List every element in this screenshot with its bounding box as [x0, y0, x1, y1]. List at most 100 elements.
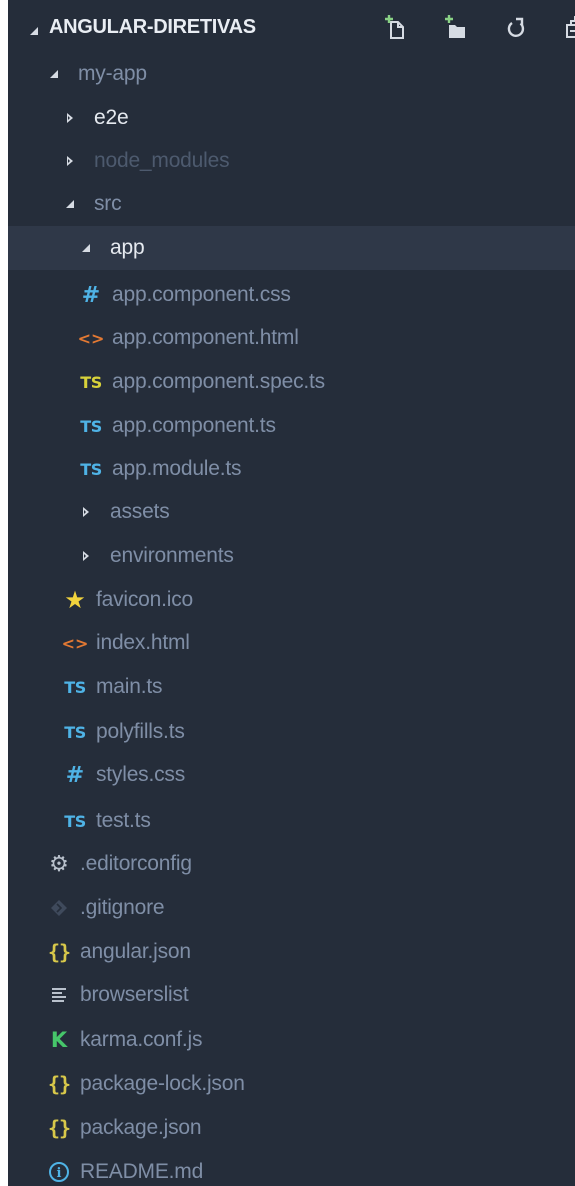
tree-item-label: karma.conf.js: [80, 1028, 203, 1051]
typescript-icon: TS: [80, 416, 102, 436]
tree-item-icon-slot: <>: [60, 621, 90, 665]
tree-file-main-ts[interactable]: TS main.ts: [8, 665, 575, 709]
tree-file-polyfills-ts[interactable]: TS polyfills.ts: [8, 710, 575, 754]
karma-icon: K: [50, 1028, 68, 1052]
text-lines-icon: [50, 986, 68, 1004]
tree-file-readme-md[interactable]: i README.md: [8, 1150, 575, 1186]
tree-item-label: e2e: [94, 106, 129, 129]
tree-folder-my-app[interactable]: my-app: [8, 52, 575, 96]
tree-file-package-json[interactable]: {} package.json: [8, 1106, 575, 1150]
tree-file-styles-css[interactable]: # styles.css: [8, 753, 575, 797]
tree-item-label: polyfills.ts: [96, 720, 185, 743]
tree-file-app-component-css[interactable]: # app.component.css: [8, 273, 575, 317]
tree-item-icon-slot: ⚙: [44, 842, 74, 886]
tree-item-icon-slot: ★: [60, 578, 90, 622]
tree-item-label: styles.css: [96, 763, 186, 786]
tree-item-label: app.component.spec.ts: [112, 370, 325, 393]
tree-item-icon-slot: [60, 96, 80, 140]
tree-item-icon-slot: [60, 182, 80, 226]
typescript-icon: TS: [64, 811, 86, 831]
tree-file-editorconfig[interactable]: ⚙ .editorconfig: [8, 842, 575, 886]
tree-item-label: README.md: [80, 1160, 204, 1183]
tree-item-icon-slot: {}: [44, 1062, 74, 1106]
tree-item-icon-slot: [76, 226, 96, 270]
tree-file-app-component-html[interactable]: <> app.component.html: [8, 316, 575, 360]
tree-item-label: angular.json: [80, 940, 191, 963]
typescript-spec-icon: TS: [80, 372, 102, 392]
tree-file-package-lock-json[interactable]: {} package-lock.json: [8, 1062, 575, 1106]
tree-file-app-module-ts[interactable]: TS app.module.ts: [8, 447, 575, 491]
tree-item-icon-slot: [44, 52, 64, 96]
tree-item-icon-slot: [76, 490, 96, 534]
tree-item-label: main.ts: [96, 675, 163, 698]
tree-folder-node-modules[interactable]: node_modules: [8, 139, 575, 183]
tree-file-angular-json[interactable]: {} angular.json: [8, 930, 575, 974]
tree-item-label: node_modules: [94, 149, 230, 172]
tree-item-label: index.html: [96, 631, 190, 654]
tree-item-label: src: [94, 192, 122, 215]
tree-item-label: app.module.ts: [112, 457, 242, 480]
tree-file-karma-conf-js[interactable]: Kkarma.conf.js: [8, 1018, 575, 1062]
css-hash-icon: #: [65, 762, 85, 788]
tree-folder-environments[interactable]: environments: [8, 534, 575, 578]
tree-item-label: app: [110, 236, 145, 259]
tree-file-gitignore[interactable]: .gitignore: [8, 886, 575, 930]
tree-item-icon-slot: K: [44, 1018, 74, 1062]
new-file-button[interactable]: [376, 12, 416, 44]
collapse-all-button[interactable]: [556, 12, 575, 44]
refresh-button[interactable]: [496, 12, 536, 44]
tree-item-label: app.component.ts: [112, 414, 276, 437]
tree-item-icon-slot: TS: [60, 710, 90, 754]
tree-file-app-component-spec-ts[interactable]: TS app.component.spec.ts: [8, 360, 575, 404]
explorer-header: ANGULAR-DIRETIVAS: [8, 0, 575, 56]
tree-item-icon-slot: TS: [60, 665, 90, 709]
tree-file-favicon-ico[interactable]: ★ favicon.ico: [8, 578, 575, 622]
new-file-icon: [385, 15, 404, 39]
chevron-closed-icon: [83, 551, 89, 561]
collapse-all-icon: [566, 16, 575, 38]
tree-item-icon-slot: [44, 886, 74, 930]
star-icon: ★: [64, 586, 86, 614]
tree-file-app-component-ts[interactable]: TS app.component.ts: [8, 404, 575, 448]
new-folder-icon: [445, 15, 465, 38]
tree-item-label: browserslist: [80, 983, 189, 1006]
chevron-closed-icon: [83, 507, 89, 517]
new-folder-button[interactable]: [436, 12, 476, 44]
info-icon: i: [48, 1161, 70, 1183]
json-braces-icon: {}: [47, 1072, 71, 1096]
tree-folder-assets[interactable]: assets: [8, 490, 575, 534]
tree-item-label: .editorconfig: [80, 852, 192, 875]
tree-item-icon-slot: TS: [76, 404, 106, 448]
chevron-open-icon: [66, 200, 74, 208]
tree-item-icon-slot: {}: [44, 1106, 74, 1150]
tree-item-icon-slot: TS: [60, 799, 90, 843]
json-braces-icon: {}: [47, 1116, 71, 1140]
tree-item-icon-slot: [44, 973, 74, 1017]
typescript-icon: TS: [64, 722, 86, 742]
tree-item-label: .gitignore: [80, 896, 165, 919]
html-code-icon: <>: [61, 633, 89, 653]
workspace-title[interactable]: ANGULAR-DIRETIVAS: [49, 16, 256, 39]
tree-file-browserslist[interactable]: browserslist: [8, 973, 575, 1017]
tree-item-label: my-app: [78, 62, 147, 85]
tree-folder-app[interactable]: app: [8, 226, 575, 270]
chevron-closed-icon: [67, 156, 73, 166]
chevron-open-icon: [50, 70, 58, 78]
tree-item-icon-slot: <>: [76, 316, 106, 360]
tree-item-icon-slot: [76, 534, 96, 578]
tree-item-icon-slot: TS: [76, 360, 106, 404]
tree-item-label: test.ts: [96, 809, 151, 832]
json-braces-icon: {}: [47, 940, 71, 964]
tree-item-icon-slot: i: [44, 1150, 74, 1186]
tree-folder-src[interactable]: src: [8, 182, 575, 226]
tree-folder-e2e[interactable]: e2e: [8, 96, 575, 140]
section-collapse-toggle[interactable]: [30, 22, 38, 40]
svg-text:i: i: [57, 1166, 62, 1181]
git-icon: [50, 899, 68, 917]
tree-item-icon-slot: {}: [44, 930, 74, 974]
typescript-icon: TS: [64, 677, 86, 697]
chevron-open-icon: [30, 27, 38, 35]
tree-file-test-ts[interactable]: TS test.ts: [8, 799, 575, 843]
tree-file-index-html[interactable]: <> index.html: [8, 621, 575, 665]
tree-item-icon-slot: TS: [76, 447, 106, 491]
